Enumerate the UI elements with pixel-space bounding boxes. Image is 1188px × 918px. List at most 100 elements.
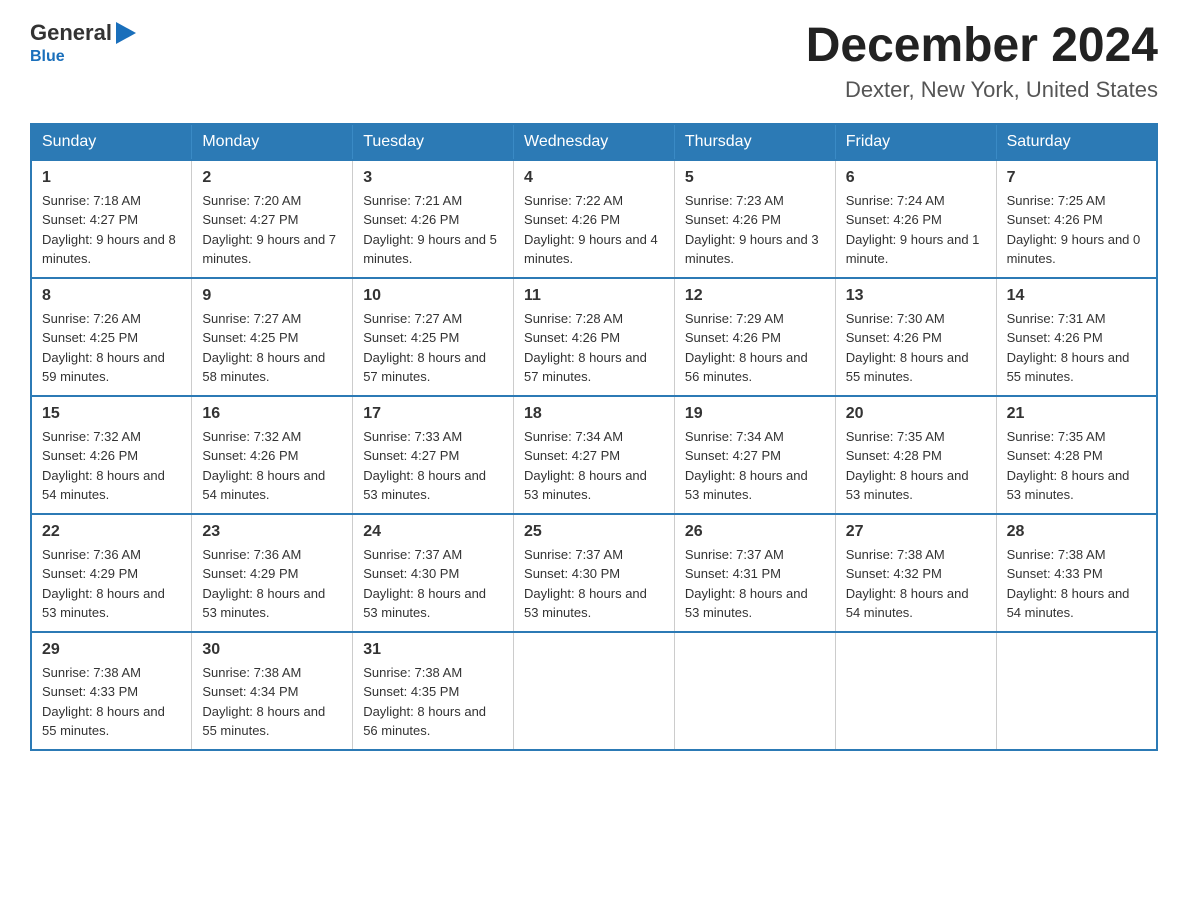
month-title: December 2024: [806, 20, 1158, 73]
day-info: Sunrise: 7:34 AMSunset: 4:27 PMDaylight:…: [685, 427, 825, 505]
day-number: 18: [524, 405, 664, 423]
table-row: 13 Sunrise: 7:30 AMSunset: 4:26 PMDayligh…: [835, 278, 996, 396]
header-tuesday: Tuesday: [353, 124, 514, 160]
table-row: [514, 632, 675, 750]
logo-arrow-icon: [116, 22, 136, 44]
header-wednesday: Wednesday: [514, 124, 675, 160]
header-thursday: Thursday: [674, 124, 835, 160]
header-monday: Monday: [192, 124, 353, 160]
day-number: 3: [363, 169, 503, 187]
logo-text: General: [30, 20, 136, 46]
day-number: 9: [202, 287, 342, 305]
day-number: 31: [363, 641, 503, 659]
day-info: Sunrise: 7:22 AMSunset: 4:26 PMDaylight:…: [524, 191, 664, 269]
day-info: Sunrise: 7:28 AMSunset: 4:26 PMDaylight:…: [524, 309, 664, 387]
table-row: 9 Sunrise: 7:27 AMSunset: 4:25 PMDaylight…: [192, 278, 353, 396]
day-number: 23: [202, 523, 342, 541]
day-info: Sunrise: 7:38 AMSunset: 4:33 PMDaylight:…: [42, 663, 181, 741]
day-number: 13: [846, 287, 986, 305]
table-row: 25 Sunrise: 7:37 AMSunset: 4:30 PMDayligh…: [514, 514, 675, 632]
day-info: Sunrise: 7:25 AMSunset: 4:26 PMDaylight:…: [1007, 191, 1146, 269]
table-row: [996, 632, 1157, 750]
header-sunday: Sunday: [31, 124, 192, 160]
table-row: 17 Sunrise: 7:33 AMSunset: 4:27 PMDayligh…: [353, 396, 514, 514]
day-info: Sunrise: 7:36 AMSunset: 4:29 PMDaylight:…: [42, 545, 181, 623]
header-saturday: Saturday: [996, 124, 1157, 160]
day-number: 30: [202, 641, 342, 659]
day-info: Sunrise: 7:27 AMSunset: 4:25 PMDaylight:…: [363, 309, 503, 387]
day-info: Sunrise: 7:35 AMSunset: 4:28 PMDaylight:…: [1007, 427, 1146, 505]
table-row: 18 Sunrise: 7:34 AMSunset: 4:27 PMDayligh…: [514, 396, 675, 514]
day-info: Sunrise: 7:30 AMSunset: 4:26 PMDaylight:…: [846, 309, 986, 387]
day-info: Sunrise: 7:37 AMSunset: 4:30 PMDaylight:…: [363, 545, 503, 623]
day-info: Sunrise: 7:34 AMSunset: 4:27 PMDaylight:…: [524, 427, 664, 505]
table-row: 31Sunrise: 7:38 AMSunset: 4:35 PMDayligh…: [353, 632, 514, 750]
table-row: 30 Sunrise: 7:38 AMSunset: 4:34 PMDayligh…: [192, 632, 353, 750]
table-row: 14 Sunrise: 7:31 AMSunset: 4:26 PMDayligh…: [996, 278, 1157, 396]
day-number: 14: [1007, 287, 1146, 305]
day-info: Sunrise: 7:21 AMSunset: 4:26 PMDaylight:…: [363, 191, 503, 269]
title-area: December 2024 Dexter, New York, United S…: [806, 20, 1158, 103]
day-number: 25: [524, 523, 664, 541]
table-row: 1Sunrise: 7:18 AMSunset: 4:27 PMDaylight…: [31, 160, 192, 278]
day-number: 16: [202, 405, 342, 423]
calendar-header-row: Sunday Monday Tuesday Wednesday Thursday…: [31, 124, 1157, 160]
day-info: Sunrise: 7:37 AMSunset: 4:30 PMDaylight:…: [524, 545, 664, 623]
table-row: 5 Sunrise: 7:23 AMSunset: 4:26 PMDaylight…: [674, 160, 835, 278]
day-number: 8: [42, 287, 181, 305]
day-number: 26: [685, 523, 825, 541]
table-row: 2Sunrise: 7:20 AMSunset: 4:27 PMDaylight…: [192, 160, 353, 278]
day-info: Sunrise: 7:38 AMSunset: 4:32 PMDaylight:…: [846, 545, 986, 623]
day-info: Sunrise: 7:23 AMSunset: 4:26 PMDaylight:…: [685, 191, 825, 269]
day-info: Sunrise: 7:26 AMSunset: 4:25 PMDaylight:…: [42, 309, 181, 387]
day-info: Sunrise: 7:31 AMSunset: 4:26 PMDaylight:…: [1007, 309, 1146, 387]
table-row: 26 Sunrise: 7:37 AMSunset: 4:31 PMDayligh…: [674, 514, 835, 632]
table-row: [835, 632, 996, 750]
day-number: 5: [685, 169, 825, 187]
day-number: 17: [363, 405, 503, 423]
day-info: Sunrise: 7:38 AMSunset: 4:33 PMDaylight:…: [1007, 545, 1146, 623]
table-row: 6Sunrise: 7:24 AMSunset: 4:26 PMDaylight…: [835, 160, 996, 278]
day-number: 7: [1007, 169, 1146, 187]
table-row: 11 Sunrise: 7:28 AMSunset: 4:26 PMDayligh…: [514, 278, 675, 396]
day-info: Sunrise: 7:27 AMSunset: 4:25 PMDaylight:…: [202, 309, 342, 387]
day-info: Sunrise: 7:20 AMSunset: 4:27 PMDaylight:…: [202, 191, 342, 269]
day-number: 12: [685, 287, 825, 305]
calendar-week-row: 1Sunrise: 7:18 AMSunset: 4:27 PMDaylight…: [31, 160, 1157, 278]
calendar-table: Sunday Monday Tuesday Wednesday Thursday…: [30, 123, 1158, 751]
table-row: 4Sunrise: 7:22 AMSunset: 4:26 PMDaylight…: [514, 160, 675, 278]
day-number: 27: [846, 523, 986, 541]
header-friday: Friday: [835, 124, 996, 160]
day-number: 29: [42, 641, 181, 659]
day-number: 21: [1007, 405, 1146, 423]
day-number: 10: [363, 287, 503, 305]
day-info: Sunrise: 7:38 AMSunset: 4:34 PMDaylight:…: [202, 663, 342, 741]
table-row: 29 Sunrise: 7:38 AMSunset: 4:33 PMDayligh…: [31, 632, 192, 750]
day-info: Sunrise: 7:33 AMSunset: 4:27 PMDaylight:…: [363, 427, 503, 505]
calendar-week-row: 22 Sunrise: 7:36 AMSunset: 4:29 PMDayligh…: [31, 514, 1157, 632]
day-number: 11: [524, 287, 664, 305]
table-row: 8 Sunrise: 7:26 AMSunset: 4:25 PMDaylight…: [31, 278, 192, 396]
logo-subtitle: Blue: [30, 48, 65, 66]
day-number: 28: [1007, 523, 1146, 541]
logo: General Blue: [30, 20, 136, 66]
table-row: 20Sunrise: 7:35 AMSunset: 4:28 PMDayligh…: [835, 396, 996, 514]
table-row: 21 Sunrise: 7:35 AMSunset: 4:28 PMDayligh…: [996, 396, 1157, 514]
day-number: 15: [42, 405, 181, 423]
table-row: 19Sunrise: 7:34 AMSunset: 4:27 PMDayligh…: [674, 396, 835, 514]
day-info: Sunrise: 7:24 AMSunset: 4:26 PMDaylight:…: [846, 191, 986, 269]
day-number: 24: [363, 523, 503, 541]
table-row: 28 Sunrise: 7:38 AMSunset: 4:33 PMDayligh…: [996, 514, 1157, 632]
table-row: 23Sunrise: 7:36 AMSunset: 4:29 PMDayligh…: [192, 514, 353, 632]
calendar-week-row: 8 Sunrise: 7:26 AMSunset: 4:25 PMDaylight…: [31, 278, 1157, 396]
table-row: 24 Sunrise: 7:37 AMSunset: 4:30 PMDayligh…: [353, 514, 514, 632]
day-info: Sunrise: 7:37 AMSunset: 4:31 PMDaylight:…: [685, 545, 825, 623]
calendar-week-row: 29 Sunrise: 7:38 AMSunset: 4:33 PMDayligh…: [31, 632, 1157, 750]
calendar-week-row: 15 Sunrise: 7:32 AMSunset: 4:26 PMDayligh…: [31, 396, 1157, 514]
day-info: Sunrise: 7:32 AMSunset: 4:26 PMDaylight:…: [42, 427, 181, 505]
day-number: 20: [846, 405, 986, 423]
day-number: 22: [42, 523, 181, 541]
table-row: 27 Sunrise: 7:38 AMSunset: 4:32 PMDayligh…: [835, 514, 996, 632]
table-row: 22 Sunrise: 7:36 AMSunset: 4:29 PMDayligh…: [31, 514, 192, 632]
table-row: 12Sunrise: 7:29 AMSunset: 4:26 PMDayligh…: [674, 278, 835, 396]
